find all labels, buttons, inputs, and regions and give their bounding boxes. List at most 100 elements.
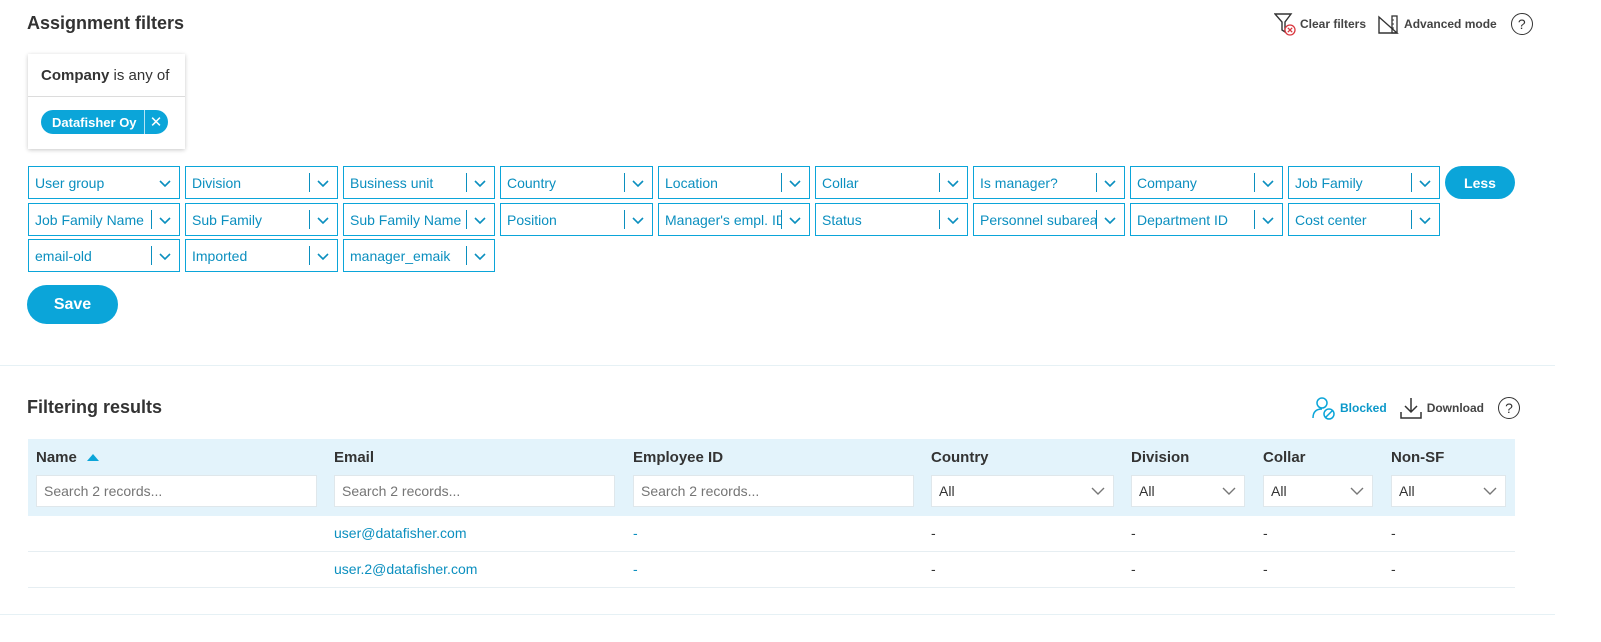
cell-email[interactable]: user.2@datafisher.com — [334, 561, 477, 577]
chevron-down-icon — [159, 179, 171, 187]
clear-filters-label: Clear filters — [1300, 17, 1367, 31]
column-header-name[interactable]: Name — [36, 449, 99, 466]
chevron-down-icon — [1262, 179, 1274, 187]
chevron-down-icon — [317, 179, 329, 187]
cell-collar: - — [1263, 525, 1268, 541]
filter-dropdown[interactable]: Manager's empl. ID — [658, 203, 810, 236]
filter-dropdown[interactable]: User group — [28, 166, 180, 199]
chevron-down-icon — [474, 216, 486, 224]
chevron-down-icon — [632, 216, 644, 224]
chevron-down-icon — [947, 216, 959, 224]
filter-dropdown[interactable]: Sub Family — [185, 203, 338, 236]
filter-dropdown[interactable]: Company — [1130, 166, 1283, 199]
chevron-down-icon — [159, 216, 171, 224]
chevron-down-icon — [1419, 216, 1431, 224]
advanced-mode-button[interactable]: Advanced mode — [1378, 14, 1497, 34]
help-icon[interactable]: ? — [1498, 397, 1521, 419]
cell-employee-id[interactable]: - — [633, 525, 638, 541]
filter-dropdown[interactable]: Country — [500, 166, 653, 199]
cell-country: - — [931, 561, 936, 577]
filter-dropdown[interactable]: manager_emaik — [343, 239, 495, 272]
section-divider — [0, 614, 1555, 615]
filtering-results-title: Filtering results — [27, 397, 163, 417]
less-button[interactable]: Less — [1445, 166, 1515, 199]
column-header-collar[interactable]: Collar — [1263, 449, 1306, 466]
chevron-down-icon — [1222, 487, 1236, 495]
chevron-down-icon — [947, 179, 959, 187]
chevron-down-icon — [1483, 487, 1497, 495]
cell-employee-id[interactable]: - — [633, 561, 638, 577]
column-header-division[interactable]: Division — [1131, 449, 1189, 466]
table-row[interactable]: user.2@datafisher.com - - - - - — [28, 552, 1515, 588]
cell-division: - — [1131, 525, 1136, 541]
cell-non-sf: - — [1391, 561, 1396, 577]
filter-dropdown[interactable]: Imported — [185, 239, 338, 272]
chevron-down-icon — [1350, 487, 1364, 495]
filter-dropdown[interactable]: Business unit — [343, 166, 495, 199]
column-header-employee-id[interactable]: Employee ID — [633, 449, 723, 466]
filter-dropdown[interactable]: Job Family Name — [28, 203, 180, 236]
chevron-down-icon — [159, 252, 171, 260]
chevron-down-icon — [789, 216, 801, 224]
results-toolbar: Blocked Download ? — [1300, 396, 1521, 420]
country-select[interactable]: All — [931, 475, 1114, 507]
chevron-down-icon — [317, 216, 329, 224]
clear-filters-button[interactable]: Clear filters — [1274, 12, 1366, 36]
filter-dropdown[interactable]: Job Family — [1288, 166, 1440, 199]
save-button[interactable]: Save — [27, 285, 118, 324]
filter-dropdown[interactable]: Status — [815, 203, 968, 236]
table-row[interactable]: user@datafisher.com - - - - - — [28, 516, 1515, 552]
filter-dropdown[interactable]: Location — [658, 166, 810, 199]
company-chip-label: Datafisher Oy — [52, 114, 137, 130]
chevron-down-icon — [1104, 216, 1116, 224]
chevron-down-icon — [1419, 179, 1431, 187]
advanced-mode-label: Advanced mode — [1404, 17, 1497, 31]
chevron-down-icon — [1262, 216, 1274, 224]
assignment-filters-title: Assignment filters — [27, 13, 185, 33]
collar-select[interactable]: All — [1263, 475, 1373, 507]
filter-dropdown[interactable]: Personnel subarea — [973, 203, 1125, 236]
help-icon[interactable]: ? — [1510, 13, 1533, 35]
remove-chip-icon[interactable]: ✕ — [143, 110, 168, 134]
chevron-down-icon — [474, 179, 486, 187]
chevron-down-icon — [632, 179, 644, 187]
email-search-input[interactable] — [334, 475, 615, 507]
non-sf-select[interactable]: All — [1391, 475, 1506, 507]
filter-dropdown[interactable]: Collar — [815, 166, 968, 199]
division-select[interactable]: All — [1131, 475, 1245, 507]
filter-dropdown[interactable]: Sub Family Name — [343, 203, 495, 236]
filter-clear-icon — [1274, 12, 1296, 36]
filter-dropdown[interactable]: Position — [500, 203, 653, 236]
chevron-down-icon — [789, 179, 801, 187]
column-header-country[interactable]: Country — [931, 449, 989, 466]
cell-division: - — [1131, 561, 1136, 577]
filter-dropdown[interactable]: Division — [185, 166, 338, 199]
chevron-down-icon — [317, 252, 329, 260]
download-label: Download — [1426, 401, 1485, 415]
company-filter-card[interactable]: Company is any of Datafisher Oy ✕ — [28, 54, 185, 149]
filter-dropdown[interactable]: Department ID — [1130, 203, 1283, 236]
user-blocked-icon — [1312, 396, 1336, 420]
section-divider — [0, 365, 1555, 366]
chevron-down-icon — [474, 252, 486, 260]
cell-email[interactable]: user@datafisher.com — [334, 525, 467, 541]
company-chip: Datafisher Oy ✕ — [41, 110, 168, 134]
blocked-button[interactable]: Blocked — [1312, 396, 1387, 420]
ruler-triangle-icon — [1378, 14, 1400, 34]
column-header-email[interactable]: Email — [334, 449, 374, 466]
cell-country: - — [931, 525, 936, 541]
cell-non-sf: - — [1391, 525, 1396, 541]
column-header-non-sf[interactable]: Non-SF — [1391, 449, 1444, 466]
cell-collar: - — [1263, 561, 1268, 577]
company-filter-header: Company is any of — [28, 54, 185, 97]
filter-field-label: Company — [41, 67, 110, 84]
filter-dropdown[interactable]: Is manager? — [973, 166, 1125, 199]
download-button[interactable]: Download — [1399, 396, 1484, 420]
filter-operator-label: is any of — [113, 67, 170, 84]
filter-dropdown[interactable]: Cost center — [1288, 203, 1440, 236]
name-search-input[interactable] — [36, 475, 317, 507]
assignment-toolbar: Clear filters Advanced mode ? — [1262, 12, 1533, 36]
chevron-down-icon — [1104, 179, 1116, 187]
filter-dropdown[interactable]: email-old — [28, 239, 180, 272]
employee-id-search-input[interactable] — [633, 475, 914, 507]
